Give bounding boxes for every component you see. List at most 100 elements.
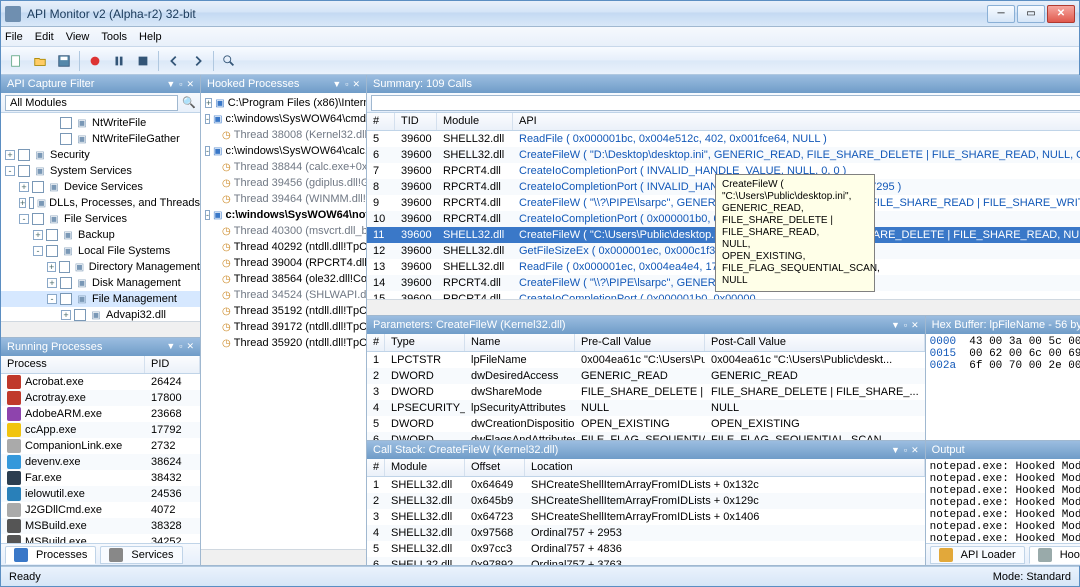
callstack-grid[interactable]: 1SHELL32.dll0x64649SHCreateShellItemArra… [367,477,925,565]
output-panel-header: Output▼▫✕ [926,441,1080,459]
callstack-row[interactable]: 3SHELL32.dll0x64723SHCreateShellItemArra… [367,509,925,525]
tree-item[interactable]: +▣DLLs, Processes, and Threads [1,195,200,211]
tree-item[interactable]: ▣NtWriteFileGather [1,131,200,147]
tree-item[interactable]: +▣Security [1,147,200,163]
toolbar [1,47,1079,75]
hooked-item[interactable]: ◷Thread 39172 (ntdll.dll!TpCallbackI [201,319,366,335]
hooked-item[interactable]: ◷Thread 38564 (ole32.dll!CoSetStat [201,271,366,287]
tree-item[interactable]: +▣Device Services [1,179,200,195]
hooked-item[interactable]: ◷Thread 39464 (WINMM.dll!timeEnd [201,191,366,207]
tree-item[interactable]: -▣Local File Systems [1,243,200,259]
process-row[interactable]: Acrotray.exe17800 [1,390,200,406]
hooked-item[interactable]: ◷Thread 38844 (calc.exe+0x00830b [201,159,366,175]
toolbar-record[interactable] [84,50,106,72]
params-panel-header: Parameters: CreateFileW (Kernel32.dll)▼▫… [367,316,925,334]
close-button[interactable]: ✕ [1047,5,1075,23]
api-tooltip: CreateFileW ( "C:\Users\Public\desktop.i… [715,174,875,292]
panel-pin-icon[interactable]: ▫ [179,79,182,90]
process-row[interactable]: AdobeARM.exe23668 [1,406,200,422]
hooked-item[interactable]: -▣c:\windows\SysWOW64\cmd.exe (Term [201,111,366,127]
running-processes-list[interactable]: Acrobat.exe26424Acrotray.exe17800AdobeAR… [1,374,200,543]
process-row[interactable]: Far.exe38432 [1,470,200,486]
hooked-panel-header: Hooked Processes▼▫✕ [201,75,366,93]
tree-item[interactable]: +▣Disk Management [1,275,200,291]
hooked-item[interactable]: ◷Thread 38008 (Kernel32.dll!LoadL [201,127,366,143]
search-icon[interactable]: 🔍 [182,96,196,109]
menu-help[interactable]: Help [139,31,162,43]
hooked-item[interactable]: ◷Thread 40292 (ntdll.dll!TpCallbackI [201,239,366,255]
process-row[interactable]: J2GDllCmd.exe4072 [1,502,200,518]
tree-item[interactable]: -▣File Services [1,211,200,227]
tree-item[interactable]: +▣Advapi32.dll [1,307,200,321]
menu-edit[interactable]: Edit [35,31,54,43]
param-row[interactable]: 3DWORDdwShareModeFILE_SHARE_DELETE | FIL… [367,384,925,400]
hooked-item[interactable]: ◷Thread 35192 (ntdll.dll!TpCallbackI [201,303,366,319]
menu-view[interactable]: View [66,31,90,43]
statusbar: Ready Mode: Standard [1,566,1079,586]
hooked-tree[interactable]: +▣C:\Program Files (x86)\Internet Explor… [201,93,366,549]
tab-services[interactable]: Services [100,546,182,564]
window-title: API Monitor v2 (Alpha-r2) 32-bit [27,7,987,21]
maximize-button[interactable]: ▭ [1017,5,1045,23]
hooked-item[interactable]: ◷Thread 35920 (ntdll.dll!TpCallbackI [201,335,366,351]
toolbar-forward[interactable] [187,50,209,72]
summary-search-input[interactable] [371,95,1080,111]
param-row[interactable]: 4LPSECURITY_AT...lpSecurityAttributesNUL… [367,400,925,416]
summary-row[interactable]: 539600SHELL32.dllReadFile ( 0x000001bc, … [367,131,1080,147]
process-row[interactable]: ccApp.exe17792 [1,422,200,438]
param-row[interactable]: 1LPCTSTRlpFileName0x004ea61c "C:\Users\P… [367,352,925,368]
hooked-item[interactable]: ◷Thread 39456 (gdiplus.dll!GdipGet [201,175,366,191]
process-row[interactable]: ielowutil.exe24536 [1,486,200,502]
callstack-panel-header: Call Stack: CreateFileW (Kernel32.dll)▼▫… [367,441,925,459]
process-row[interactable]: Acrobat.exe26424 [1,374,200,390]
hooked-item[interactable]: -▣c:\windows\SysWOW64\calc.exe (Term [201,143,366,159]
process-row[interactable]: CompanionLink.exe2732 [1,438,200,454]
callstack-row[interactable]: 5SHELL32.dll0x97cc3Ordinal757 + 4836 [367,541,925,557]
panel-menu-icon[interactable]: ▼ [166,79,175,90]
toolbar-stop[interactable] [132,50,154,72]
hex-viewer[interactable]: 0000 43 00 3a 00 5c 00 55 00 73 00 65 00… [926,334,1080,440]
toolbar-save[interactable] [53,50,75,72]
toolbar-pause[interactable] [108,50,130,72]
output-log[interactable]: notepad.exe: Hooked Module 0x76510000 ->… [926,459,1080,543]
callstack-row[interactable]: 2SHELL32.dll0x645b9SHCreateShellItemArra… [367,493,925,509]
tree-item[interactable]: +▣Directory Management [1,259,200,275]
tree-item[interactable]: -▣File Management [1,291,200,307]
status-right: Mode: Standard [993,571,1071,583]
toolbar-back[interactable] [163,50,185,72]
process-row[interactable]: MSBuild.exe38328 [1,518,200,534]
toolbar-open[interactable] [29,50,51,72]
minimize-button[interactable]: ─ [987,5,1015,23]
main-window: API Monitor v2 (Alpha-r2) 32-bit ─ ▭ ✕ F… [0,0,1080,587]
param-row[interactable]: 6DWORDdwFlagsAndAttributesFILE_FLAG_SEQU… [367,432,925,440]
hooked-item[interactable]: ◷Thread 34524 (SHLWAPI.dll!Ordinal [201,287,366,303]
tree-item[interactable]: +▣Backup [1,227,200,243]
params-grid[interactable]: 1LPCTSTRlpFileName0x004ea61c "C:\Users\P… [367,352,925,440]
param-row[interactable]: 2DWORDdwDesiredAccessGENERIC_READGENERIC… [367,368,925,384]
summary-row[interactable]: 639600SHELL32.dllCreateFileW ( "D:\Deskt… [367,147,1080,163]
param-row[interactable]: 5DWORDdwCreationDispositionOPEN_EXISTING… [367,416,925,432]
panel-close-icon[interactable]: ✕ [186,79,194,90]
tab-api-loader[interactable]: API Loader [930,546,1025,564]
toolbar-new[interactable] [5,50,27,72]
filter-tree[interactable]: ▣NtWriteFile▣NtWriteFileGather+▣Security… [1,113,200,321]
hooked-item[interactable]: -▣c:\windows\SysWOW64\notepad.exe [201,207,366,223]
toolbar-find[interactable] [218,50,240,72]
callstack-row[interactable]: 4SHELL32.dll0x97568Ordinal757 + 2953 [367,525,925,541]
hooked-item[interactable]: ◷Thread 39004 (RPCRT4.dll!RpcServ [201,255,366,271]
callstack-row[interactable]: 6SHELL32.dll0x97892Ordinal757 + 3763 [367,557,925,565]
tab-processes[interactable]: Processes [5,546,96,564]
process-row[interactable]: MSBuild.exe34252 [1,534,200,543]
app-icon [5,6,21,22]
process-row[interactable]: devenv.exe38624 [1,454,200,470]
hooked-item[interactable]: ◷Thread 40300 (msvcrt.dll_beginthr [201,223,366,239]
callstack-row[interactable]: 1SHELL32.dll0x64649SHCreateShellItemArra… [367,477,925,493]
menu-tools[interactable]: Tools [101,31,127,43]
tree-item[interactable]: -▣System Services [1,163,200,179]
filter-combo[interactable] [5,95,178,111]
menu-file[interactable]: File [5,31,23,43]
tree-item[interactable]: ▣NtWriteFile [1,115,200,131]
hooked-item[interactable]: +▣C:\Program Files (x86)\Internet Explor… [201,95,366,111]
tab-hooks[interactable]: Hooks [1029,546,1080,564]
summary-row[interactable]: 1539600RPCRT4.dllCreateIoCompletionPort … [367,291,1080,299]
